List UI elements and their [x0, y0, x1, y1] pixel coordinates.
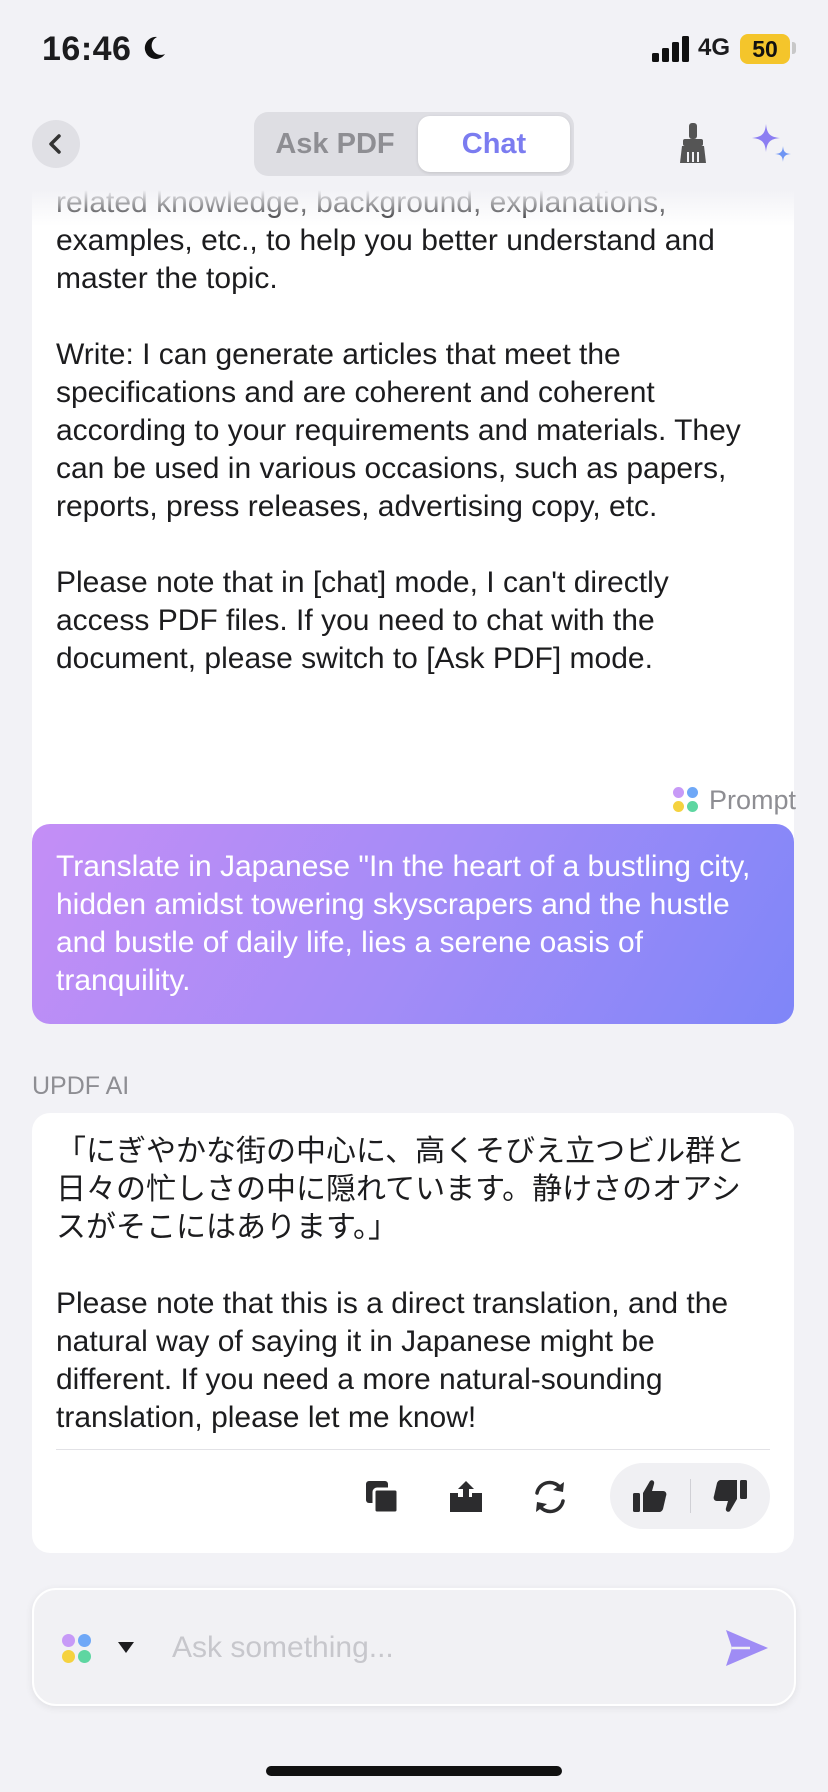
- chat-area[interactable]: related knowledge, background, explanati…: [0, 190, 828, 1578]
- network-type: 4G: [698, 34, 731, 61]
- tab-chat[interactable]: Chat: [418, 116, 570, 172]
- rating-group: [610, 1463, 770, 1529]
- prompt-dots-icon: [672, 787, 699, 813]
- sparkle-icon[interactable]: [750, 122, 794, 166]
- rating-separator: [690, 1479, 691, 1513]
- broom-icon[interactable]: [676, 122, 710, 164]
- copy-button[interactable]: [360, 1475, 404, 1519]
- prompt-dots-icon[interactable]: [62, 1634, 92, 1664]
- dropdown-caret-icon[interactable]: [118, 1642, 134, 1653]
- prompt-label: Prompt: [708, 784, 796, 815]
- thumbs-down-button[interactable]: [708, 1474, 752, 1518]
- ai-message-text-previous: related knowledge, background, explanati…: [56, 190, 741, 675]
- send-icon[interactable]: [724, 1628, 770, 1668]
- user-message-text: Translate in Japanese "In the heart of a…: [56, 850, 759, 997]
- share-button[interactable]: [444, 1475, 488, 1519]
- status-time: 16:46: [42, 30, 132, 68]
- message-input[interactable]: [170, 1620, 714, 1676]
- moon-icon: [144, 36, 165, 59]
- thumbs-up-icon: [633, 1480, 667, 1512]
- battery-indicator: 50: [740, 34, 790, 64]
- battery-tip: [792, 42, 796, 54]
- regenerate-button[interactable]: [528, 1475, 572, 1519]
- ai-sender-label: UPDF AI: [32, 1072, 130, 1100]
- regenerate-icon: [535, 1480, 565, 1514]
- thumbs-down-icon: [713, 1480, 747, 1512]
- status-bar: 16:46 4G 50: [0, 0, 828, 100]
- back-icon: [49, 134, 61, 154]
- message-input-bar: [32, 1588, 796, 1706]
- action-divider: [56, 1449, 770, 1450]
- mode-switcher: Ask PDF Chat: [254, 112, 574, 176]
- tab-ask-pdf[interactable]: Ask PDF: [258, 116, 412, 172]
- user-message-bubble: Translate in Japanese "In the heart of a…: [32, 824, 794, 1024]
- home-indicator: [266, 1766, 562, 1776]
- ai-message-text: 「にぎやかな街の中心に、高くそびえ立つビル群と日々の忙しさの中に隠れています。静…: [56, 1135, 746, 1434]
- copy-icon: [366, 1481, 400, 1515]
- back-button[interactable]: [32, 120, 80, 168]
- ai-message-card: 「にぎやかな街の中心に、高くそびえ立つビル群と日々の忙しさの中に隠れています。静…: [32, 1113, 794, 1553]
- share-icon: [450, 1481, 482, 1512]
- prompt-tag[interactable]: Prompt: [672, 782, 796, 818]
- signal-icon: [652, 36, 689, 62]
- thumbs-up-button[interactable]: [628, 1474, 672, 1518]
